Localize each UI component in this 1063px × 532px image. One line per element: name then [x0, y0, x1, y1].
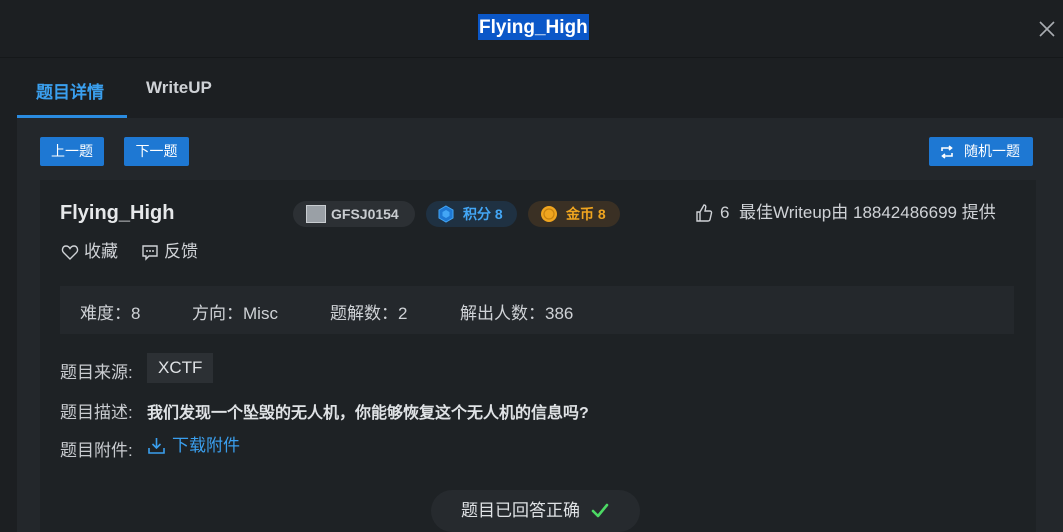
- feedback-label: 反馈: [164, 242, 198, 261]
- solved-status-text: 题目已回答正确: [461, 501, 580, 520]
- direction-stat: 方向：Misc: [192, 304, 278, 323]
- hexagon-icon: [438, 205, 454, 223]
- favorite-label: 收藏: [84, 242, 118, 261]
- next-challenge-button[interactable]: 下一题: [124, 137, 189, 166]
- solved-status-badge: 题目已回答正确: [431, 490, 640, 532]
- shuffle-icon: [941, 145, 953, 159]
- attachment-label: 题目附件:: [60, 441, 133, 460]
- prev-challenge-button[interactable]: 上一题: [40, 137, 104, 166]
- thumbs-up-icon[interactable]: [694, 203, 714, 223]
- coin-badge: 金币 8: [528, 201, 620, 227]
- source-tag: XCTF: [147, 353, 214, 383]
- download-label: 下载附件: [172, 436, 240, 455]
- stats-bar: 难度：8 方向：Misc 题解数：2 解出人数：386: [60, 286, 1014, 334]
- close-icon: [1039, 21, 1055, 37]
- solutions-stat: 题解数：2: [330, 304, 408, 323]
- score-label: 积分 8: [463, 206, 503, 222]
- author-badge[interactable]: GFSJ0154: [293, 201, 415, 227]
- tab-bar: 题目详情 WriteUP: [0, 58, 1063, 118]
- heart-icon: [61, 245, 79, 260]
- best-writeup-text: 最佳Writeup由 18842486699 提供: [739, 203, 996, 222]
- feedback-icon: [142, 245, 158, 261]
- checkmark-icon: [591, 503, 609, 518]
- coin-icon: [541, 206, 557, 222]
- random-challenge-label: 随机一题: [964, 143, 1020, 159]
- challenge-name: Flying_High: [60, 202, 175, 224]
- coin-label: 金币 8: [566, 206, 606, 222]
- source-label: 题目来源:: [60, 363, 133, 382]
- solvers-stat: 解出人数：386: [460, 304, 574, 323]
- description-text: 我们发现一个坠毁的无人机，你能够恢复这个无人机的信息吗?: [147, 405, 589, 422]
- score-badge: 积分 8: [426, 201, 517, 227]
- title-bar: Flying_High: [0, 0, 1063, 58]
- window-title: Flying_High: [478, 14, 589, 40]
- tab-writeup[interactable]: WriteUP: [146, 78, 212, 98]
- difficulty-stat: 难度：8: [80, 304, 141, 323]
- challenge-card: Flying_High GFSJ0154 积分 8 金币 8 6 最佳Write…: [40, 180, 1036, 532]
- random-challenge-button[interactable]: 随机一题: [929, 137, 1033, 166]
- main-panel: 上一题 下一题 随机一题 Flying_High GFSJ0154 积分 8 金…: [17, 118, 1063, 532]
- avatar: [306, 205, 326, 223]
- likes-count: 6: [720, 203, 730, 222]
- description-label: 题目描述:: [60, 403, 133, 422]
- download-icon: [148, 438, 165, 454]
- tab-details[interactable]: 题目详情: [36, 78, 104, 103]
- author-name: GFSJ0154: [331, 206, 399, 222]
- close-button[interactable]: [1036, 18, 1058, 40]
